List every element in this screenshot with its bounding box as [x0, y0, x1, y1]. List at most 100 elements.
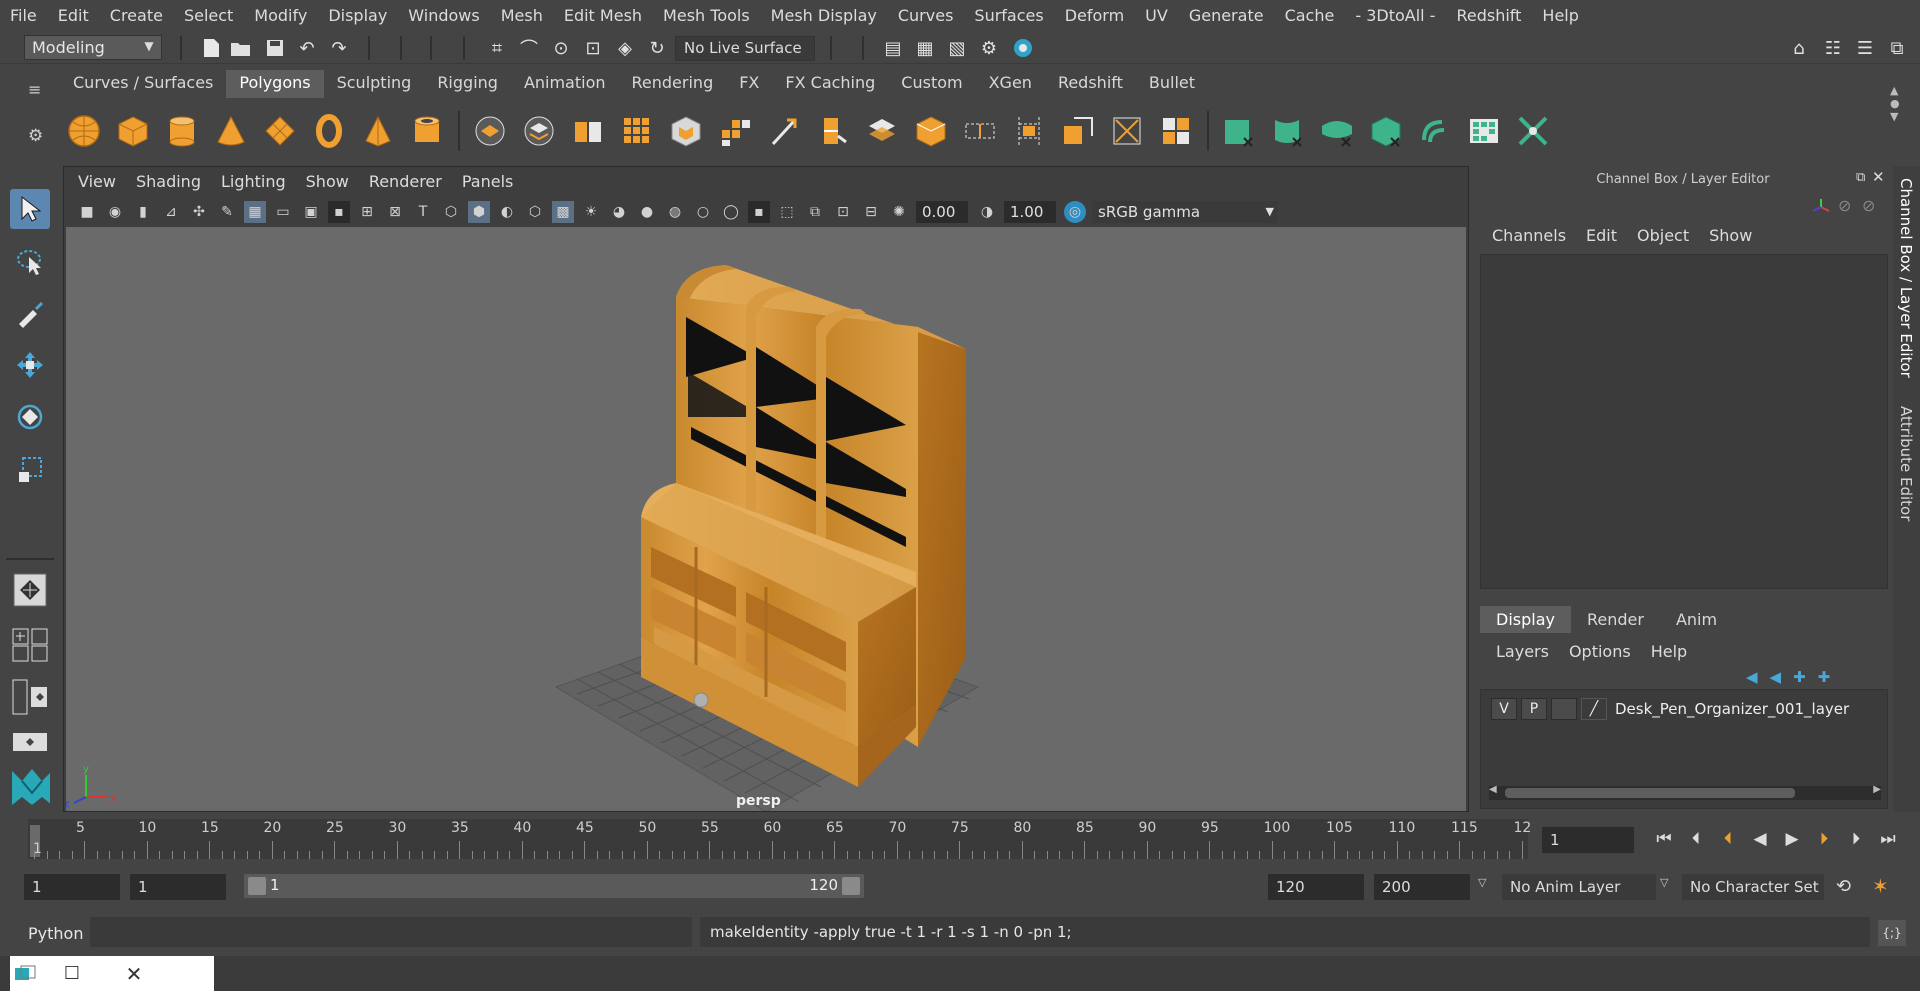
multi-cut-icon[interactable]	[766, 113, 802, 149]
tab-display[interactable]: Display	[1480, 606, 1571, 633]
move-layer-down-icon[interactable]: ◀	[1770, 668, 1782, 686]
range-start-handle[interactable]	[248, 877, 266, 895]
go-to-start-icon[interactable]: ⏮	[1652, 827, 1676, 851]
lasso-tool-icon[interactable]	[10, 242, 50, 282]
menu-mesh-tools[interactable]: Mesh Tools	[663, 6, 750, 25]
scroll-left-icon[interactable]: ◀	[1489, 784, 1497, 795]
wireframe-icon[interactable]: ⬡	[440, 201, 462, 223]
play-backwards-icon[interactable]: ◀	[1748, 827, 1772, 851]
menu-3dtoall[interactable]: - 3DtoAll -	[1355, 6, 1435, 25]
menu-create[interactable]: Create	[110, 6, 163, 25]
bookmark-icon[interactable]: ▮	[132, 201, 154, 223]
step-forward-key-icon[interactable]: ⏵	[1812, 827, 1836, 851]
wireframe-on-shaded-icon[interactable]: ⬡	[524, 201, 546, 223]
xray-active-icon[interactable]: ⧉	[804, 201, 826, 223]
close-icon[interactable]: ✕	[1872, 168, 1885, 186]
maya-window-icon[interactable]	[10, 965, 40, 983]
tab-render[interactable]: Render	[1571, 606, 1660, 633]
menu-display[interactable]: Display	[328, 6, 387, 25]
shelf-tab-fx-caching[interactable]: FX Caching	[772, 70, 888, 98]
combine-icon[interactable]	[472, 113, 508, 149]
xray-icon[interactable]: ⬚	[776, 201, 798, 223]
layer-display-type-toggle[interactable]	[1551, 698, 1577, 720]
grease-pencil-icon[interactable]: ✎	[216, 201, 238, 223]
layer-menu-options[interactable]: Options	[1569, 642, 1631, 661]
menu-edit[interactable]: Edit	[58, 6, 89, 25]
uv-automatic-icon[interactable]	[1368, 113, 1404, 149]
channel-box-toggle-icon[interactable]: ⧉	[1884, 36, 1910, 60]
shelf-tab-polygons[interactable]: Polygons	[226, 70, 324, 98]
layer-playback-toggle[interactable]: P	[1521, 698, 1547, 720]
script-editor-icon[interactable]: {;}	[1878, 920, 1906, 946]
shelf-tab-sculpting[interactable]: Sculpting	[324, 70, 425, 98]
shelf-tab-redshift[interactable]: Redshift	[1045, 70, 1136, 98]
viewport-menu-show[interactable]: Show	[306, 172, 349, 191]
viewport-menu-view[interactable]: View	[78, 172, 116, 191]
ipr-render-icon[interactable]: ▧	[944, 36, 970, 60]
menu-uv[interactable]: UV	[1145, 6, 1168, 25]
channel-menu-object[interactable]: Object	[1637, 226, 1689, 245]
snap-curve-icon[interactable]: ⌒	[516, 36, 542, 60]
four-view-layout-icon[interactable]	[10, 625, 50, 665]
poly-cube-icon[interactable]	[115, 113, 151, 149]
gamma-icon[interactable]: ◑	[976, 201, 998, 223]
depth-of-field-icon[interactable]: ◯	[720, 201, 742, 223]
object-axis-icon[interactable]: ⊘	[1838, 196, 1851, 215]
script-language-label[interactable]: Python	[28, 924, 83, 943]
uv-cylindrical-icon[interactable]	[1270, 113, 1306, 149]
uv-cut-sew-icon[interactable]	[1515, 113, 1551, 149]
menu-generate[interactable]: Generate	[1189, 6, 1264, 25]
frame-all-icon[interactable]: ⊟	[860, 201, 882, 223]
gamma-field[interactable]: 1.00	[1004, 201, 1056, 223]
shelf-tab-curves-surfaces[interactable]: Curves / Surfaces	[60, 70, 226, 98]
timeline-track[interactable]: 1 5 10 15 20 25 30 35 40 45 50 55 60 65 70 75 80 85 90 95 1…	[28, 819, 1531, 859]
animation-end-field[interactable]: 200	[1374, 874, 1470, 900]
select-tool-icon[interactable]	[10, 189, 50, 229]
smooth-icon[interactable]	[619, 113, 655, 149]
uv-planar-icon[interactable]	[1221, 113, 1257, 149]
undo-icon[interactable]: ↶	[294, 36, 320, 60]
extract-icon[interactable]	[570, 113, 606, 149]
color-management-icon[interactable]: ◎	[1064, 201, 1086, 223]
tool-settings-toggle-icon[interactable]: ☰	[1852, 36, 1878, 60]
camera-attributes-icon[interactable]: ◉	[104, 201, 126, 223]
snap-grid-icon[interactable]: ⌗	[484, 36, 510, 60]
command-input[interactable]	[90, 917, 692, 947]
side-tab-channel-box[interactable]: Channel Box / Layer Editor	[1897, 178, 1915, 378]
gate-mask-icon[interactable]: ▪	[328, 201, 350, 223]
new-layer-from-selection-icon[interactable]: ✚	[1818, 668, 1831, 686]
menu-set-dropdown[interactable]: Modeling ▼	[24, 35, 162, 60]
boolean-icon[interactable]	[668, 113, 704, 149]
isolate-select-icon[interactable]: ▪	[748, 201, 770, 223]
menu-windows[interactable]: Windows	[408, 6, 479, 25]
close-window-icon[interactable]: ✕	[104, 962, 164, 986]
shelf-scroll-arrows-icon[interactable]: ▲ ● ▼	[1890, 84, 1900, 123]
chevron-down-icon[interactable]: ▽	[1660, 876, 1668, 889]
shelf-tab-xgen[interactable]: XGen	[976, 70, 1045, 98]
poly-pyramid-icon[interactable]	[360, 113, 396, 149]
shadows-icon[interactable]: ◕	[608, 201, 630, 223]
float-panel-icon[interactable]: ⧉	[1856, 170, 1865, 185]
snap-surface-icon[interactable]: ◈	[612, 36, 638, 60]
exposure-icon[interactable]: ✺	[888, 201, 910, 223]
render-view-icon[interactable]: ▤	[880, 36, 906, 60]
snap-live-icon[interactable]: ↻	[644, 36, 670, 60]
step-back-key-icon[interactable]: ⏴	[1716, 827, 1740, 851]
menu-file[interactable]: File	[10, 6, 37, 25]
menu-redshift[interactable]: Redshift	[1456, 6, 1521, 25]
world-axis-icon[interactable]	[1810, 196, 1832, 222]
uv-editor-icon[interactable]	[1466, 113, 1502, 149]
menu-curves[interactable]: Curves	[898, 6, 954, 25]
render-settings-icon[interactable]: ⚙	[976, 36, 1002, 60]
manipulator-axis-icon[interactable]: ⊘	[1862, 196, 1875, 215]
poly-cylinder-icon[interactable]	[164, 113, 200, 149]
current-frame-field[interactable]: 1	[1542, 827, 1634, 853]
2d-pan-zoom-icon[interactable]: ✣	[188, 201, 210, 223]
channel-list[interactable]	[1480, 254, 1888, 589]
channel-menu-edit[interactable]: Edit	[1586, 226, 1617, 245]
move-tool-icon[interactable]	[10, 345, 50, 385]
smooth-shade-icon[interactable]: ⬢	[468, 201, 490, 223]
save-scene-icon[interactable]	[262, 36, 288, 60]
grid-toggle-icon[interactable]: ▦	[244, 201, 266, 223]
motion-blur-icon[interactable]: ◍	[664, 201, 686, 223]
